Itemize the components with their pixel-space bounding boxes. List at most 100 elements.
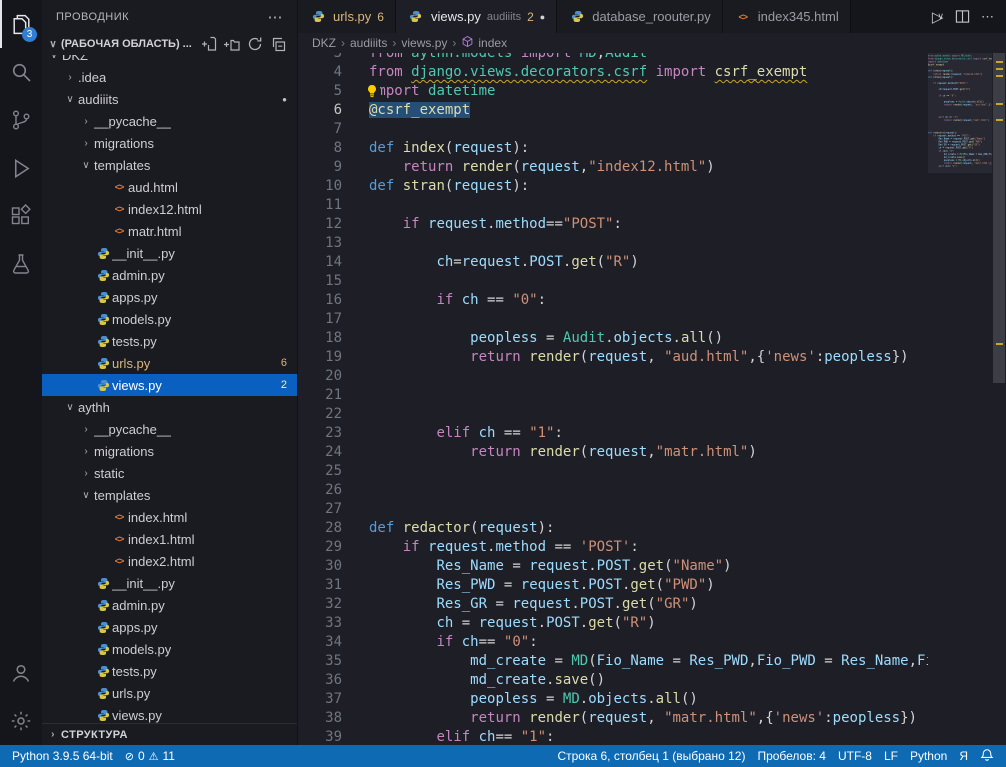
- code-line[interactable]: 11: [298, 196, 928, 215]
- tab-urls.py[interactable]: urls.py6: [298, 0, 396, 33]
- code-line[interactable]: 31 Res_PWD = request.POST.get("PWD"): [298, 576, 928, 595]
- editor-scrollbar[interactable]: [992, 53, 1006, 745]
- code-line[interactable]: 17: [298, 310, 928, 329]
- code-line[interactable]: 12 if request.method=="POST":: [298, 215, 928, 234]
- code-line[interactable]: 3from aythh.models import MD,Audit: [298, 53, 928, 63]
- code-line[interactable]: 19 return render(request, "aud.html",{'n…: [298, 348, 928, 367]
- tree-item-audiiits[interactable]: ∨audiiits●: [42, 88, 297, 110]
- tree-item-tests.py[interactable]: tests.py: [42, 330, 297, 352]
- code-line[interactable]: 21: [298, 386, 928, 405]
- search-icon[interactable]: [0, 48, 42, 96]
- code-line[interactable]: 33 ch = request.POST.get("R"): [298, 614, 928, 633]
- tree-item-migrations[interactable]: ›migrations: [42, 440, 297, 462]
- code-line[interactable]: 20: [298, 367, 928, 386]
- tree-item-models.py[interactable]: models.py: [42, 308, 297, 330]
- code-line[interactable]: 10def stran(request):: [298, 177, 928, 196]
- minimap[interactable]: from aythh.models import MD,Auditfrom dj…: [928, 53, 992, 745]
- code-line[interactable]: 29 if request.method == 'POST':: [298, 538, 928, 557]
- code-line[interactable]: 35 md_create = MD(Fio_Name = Res_PWD,Fio…: [298, 652, 928, 671]
- tab-views.py[interactable]: views.pyaudiiits2●: [396, 0, 557, 33]
- tree-item-index2.html[interactable]: <>index2.html: [42, 550, 297, 572]
- cursor-position[interactable]: Строка 6, столбец 1 (выбрано 12): [551, 745, 751, 767]
- tree-item-.idea[interactable]: ›.idea: [42, 66, 297, 88]
- code-area[interactable]: 3from aythh.models import MD,Audit4from …: [298, 53, 928, 745]
- code-line[interactable]: 30 Res_Name = request.POST.get("Name"): [298, 557, 928, 576]
- tree-item-migrations[interactable]: ›migrations: [42, 132, 297, 154]
- more-actions-icon[interactable]: ⋯: [981, 9, 994, 25]
- tab-index345.html[interactable]: <>index345.html: [723, 0, 851, 33]
- testing-icon[interactable]: [0, 240, 42, 288]
- tree-item-aud.html[interactable]: <>aud.html: [42, 176, 297, 198]
- breadcrumb-item-index[interactable]: index: [461, 35, 507, 51]
- encoding-indicator[interactable]: UTF-8: [832, 745, 878, 767]
- code-line[interactable]: 5import datetime: [298, 82, 928, 101]
- tree-item-aythh[interactable]: ∨aythh: [42, 396, 297, 418]
- code-line[interactable]: 37 peopless = MD.objects.all(): [298, 690, 928, 709]
- tree-item-templates[interactable]: ∨templates: [42, 154, 297, 176]
- tree-item-__init__.py[interactable]: __init__.py: [42, 572, 297, 594]
- tree-item-DKZ[interactable]: ∨DKZ: [42, 55, 297, 66]
- indentation-indicator[interactable]: Пробелов: 4: [751, 745, 832, 767]
- tree-item-admin.py[interactable]: admin.py: [42, 264, 297, 286]
- refresh-icon[interactable]: [247, 36, 263, 52]
- language-indicator-icon[interactable]: Я: [953, 745, 974, 767]
- tree-item-static[interactable]: ›static: [42, 462, 297, 484]
- tree-item-templates[interactable]: ∨templates: [42, 484, 297, 506]
- eol-indicator[interactable]: LF: [878, 745, 904, 767]
- breadcrumb-item-audiiits[interactable]: audiiits: [350, 36, 387, 50]
- new-file-icon[interactable]: [201, 36, 217, 52]
- code-line[interactable]: 13: [298, 234, 928, 253]
- collapse-all-icon[interactable]: [270, 36, 286, 52]
- tree-item-views.py[interactable]: views.py2: [42, 374, 297, 396]
- tree-item-tests.py[interactable]: tests.py: [42, 660, 297, 682]
- code-line[interactable]: 22: [298, 405, 928, 424]
- lightbulb-icon[interactable]: [364, 84, 380, 101]
- code-line[interactable]: 38 return render(request, "matr.html",{'…: [298, 709, 928, 728]
- tree-item-apps.py[interactable]: apps.py: [42, 616, 297, 638]
- notifications-bell[interactable]: [974, 745, 1000, 767]
- code-line[interactable]: 27: [298, 500, 928, 519]
- run-debug-icon[interactable]: [0, 144, 42, 192]
- workspace-section-header[interactable]: ∨ (РАБОЧАЯ ОБЛАСТЬ) ...: [42, 33, 297, 55]
- tree-item-index1.html[interactable]: <>index1.html: [42, 528, 297, 550]
- tree-item-views.py[interactable]: views.py: [42, 704, 297, 723]
- extensions-icon[interactable]: [0, 192, 42, 240]
- explorer-icon[interactable]: 3: [0, 0, 42, 48]
- problems-indicator[interactable]: ⊘ 0 ⚠ 11: [119, 745, 181, 767]
- tree-item-admin.py[interactable]: admin.py: [42, 594, 297, 616]
- language-mode[interactable]: Python: [904, 745, 953, 767]
- code-line[interactable]: 9 return render(request,"index12.html"): [298, 158, 928, 177]
- new-folder-icon[interactable]: [224, 36, 240, 52]
- tab-database_roouter.py[interactable]: database_roouter.py: [557, 0, 723, 33]
- tree-item-index12.html[interactable]: <>index12.html: [42, 198, 297, 220]
- code-line[interactable]: 7: [298, 120, 928, 139]
- tree-item-index.html[interactable]: <>index.html: [42, 506, 297, 528]
- source-control-icon[interactable]: [0, 96, 42, 144]
- breadcrumb-item-DKZ[interactable]: DKZ: [312, 36, 336, 50]
- python-interpreter[interactable]: Python 3.9.5 64-bit: [6, 745, 119, 767]
- code-line[interactable]: 16 if ch == "0":: [298, 291, 928, 310]
- tree-item-__init__.py[interactable]: __init__.py: [42, 242, 297, 264]
- split-editor-icon[interactable]: [955, 9, 970, 24]
- code-line[interactable]: 15: [298, 272, 928, 291]
- code-line[interactable]: 28def redactor(request):: [298, 519, 928, 538]
- tree-item-urls.py[interactable]: urls.py6: [42, 352, 297, 374]
- code-line[interactable]: 14 ch=request.POST.get("R"): [298, 253, 928, 272]
- settings-icon[interactable]: [0, 697, 42, 745]
- code-line[interactable]: 39 elif ch== "1":: [298, 728, 928, 745]
- breadcrumb-item-views.py[interactable]: views.py: [401, 36, 447, 50]
- outline-section-header[interactable]: › СТРУКТУРА: [42, 723, 297, 745]
- tree-item-__pycache__[interactable]: ›__pycache__: [42, 110, 297, 132]
- more-actions-icon[interactable]: ⋯: [268, 8, 284, 26]
- code-line[interactable]: 26: [298, 481, 928, 500]
- code-line[interactable]: 6@csrf_exempt: [298, 101, 928, 120]
- code-line[interactable]: 34 if ch== "0":: [298, 633, 928, 652]
- code-line[interactable]: 4from django.views.decorators.csrf impor…: [298, 63, 928, 82]
- code-line[interactable]: 23 elif ch == "1":: [298, 424, 928, 443]
- code-line[interactable]: 8def index(request):: [298, 139, 928, 158]
- account-icon[interactable]: [0, 649, 42, 697]
- code-line[interactable]: 24 return render(request,"matr.html"): [298, 443, 928, 462]
- code-line[interactable]: 25: [298, 462, 928, 481]
- tree-item-matr.html[interactable]: <>matr.html: [42, 220, 297, 242]
- tree-item-apps.py[interactable]: apps.py: [42, 286, 297, 308]
